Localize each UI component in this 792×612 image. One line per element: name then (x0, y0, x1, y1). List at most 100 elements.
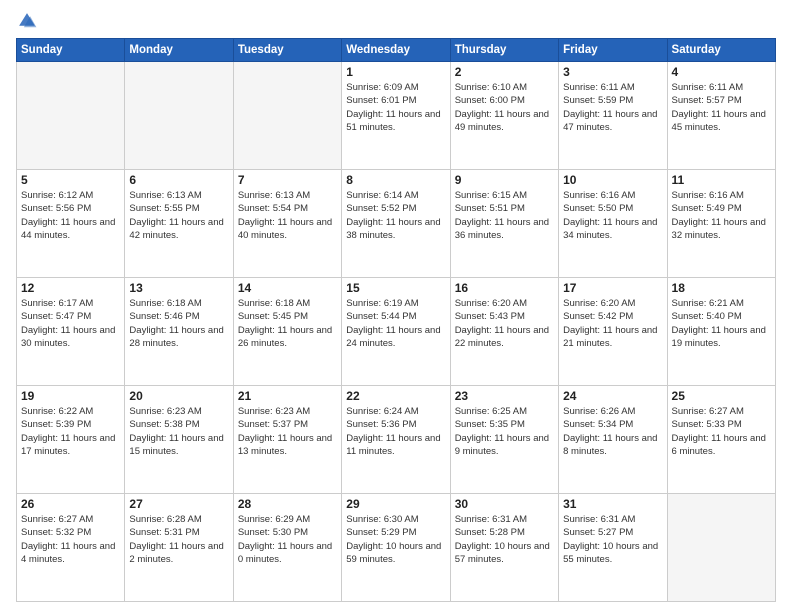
sunset-text: Sunset: 5:44 PM (346, 310, 445, 323)
calendar-cell: 10 Sunrise: 6:16 AMSunset: 5:50 PMDayligh… (559, 170, 667, 278)
day-header-tuesday: Tuesday (233, 39, 341, 62)
day-number: 4 (672, 65, 771, 79)
sunset-text: Sunset: 5:32 PM (21, 526, 120, 539)
sunset-text: Sunset: 5:33 PM (672, 418, 771, 431)
header-row: SundayMondayTuesdayWednesdayThursdayFrid… (17, 39, 776, 62)
day-number: 7 (238, 173, 337, 187)
sunrise-text: Sunrise: 6:13 AM (238, 189, 337, 202)
day-header-saturday: Saturday (667, 39, 775, 62)
daylight-text: Daylight: 11 hours and 15 minutes. (129, 432, 228, 459)
week-row-2: 5Sunrise: 6:12 AMSunset: 5:56 PMDaylight… (17, 170, 776, 278)
calendar-cell: 18Sunrise: 6:21 AMSunset: 5:40 PMDayligh… (667, 278, 775, 386)
daylight-text: Daylight: 11 hours and 36 minutes. (455, 216, 554, 243)
calendar-cell: 25Sunrise: 6:27 AMSunset: 5:33 PMDayligh… (667, 386, 775, 494)
sunrise-text: Sunrise: 6:18 AM (129, 297, 228, 310)
sunset-text: Sunset: 5:51 PM (455, 202, 554, 215)
daylight-text: Daylight: 11 hours and 47 minutes. (563, 108, 662, 135)
sunrise-text: Sunrise: 6:16 AM (563, 189, 662, 202)
day-header-thursday: Thursday (450, 39, 558, 62)
calendar-cell: 21Sunrise: 6:23 AMSunset: 5:37 PMDayligh… (233, 386, 341, 494)
day-header-wednesday: Wednesday (342, 39, 450, 62)
sunset-text: Sunset: 5:45 PM (238, 310, 337, 323)
sunrise-text: Sunrise: 6:25 AM (455, 405, 554, 418)
day-number: 8 (346, 173, 445, 187)
daylight-text: Daylight: 11 hours and 40 minutes. (238, 216, 337, 243)
calendar-cell: 3Sunrise: 6:11 AMSunset: 5:59 PMDaylight… (559, 62, 667, 170)
daylight-text: Daylight: 11 hours and 6 minutes. (672, 432, 771, 459)
daylight-text: Daylight: 11 hours and 26 minutes. (238, 324, 337, 351)
daylight-text: Daylight: 11 hours and 34 minutes. (563, 216, 662, 243)
sunset-text: Sunset: 5:55 PM (129, 202, 228, 215)
day-number: 1 (346, 65, 445, 79)
sunset-text: Sunset: 5:54 PM (238, 202, 337, 215)
calendar-cell: 6Sunrise: 6:13 AMSunset: 5:55 PMDaylight… (125, 170, 233, 278)
calendar-cell: 15Sunrise: 6:19 AMSunset: 5:44 PMDayligh… (342, 278, 450, 386)
calendar-header: SundayMondayTuesdayWednesdayThursdayFrid… (17, 39, 776, 62)
calendar-cell: 9 Sunrise: 6:15 AMSunset: 5:51 PMDaylight… (450, 170, 558, 278)
logo (16, 10, 40, 32)
day-number: 12 (21, 281, 120, 295)
calendar-cell: 26Sunrise: 6:27 AMSunset: 5:32 PMDayligh… (17, 494, 125, 602)
calendar-cell (125, 62, 233, 170)
day-number: 30 (455, 497, 554, 511)
day-number: 15 (346, 281, 445, 295)
sunrise-text: Sunrise: 6:29 AM (238, 513, 337, 526)
sunrise-text: Sunrise: 6:19 AM (346, 297, 445, 310)
daylight-text: Daylight: 11 hours and 44 minutes. (21, 216, 120, 243)
sunrise-text: Sunrise: 6:21 AM (672, 297, 771, 310)
week-row-4: 19Sunrise: 6:22 AMSunset: 5:39 PMDayligh… (17, 386, 776, 494)
day-number: 3 (563, 65, 662, 79)
sunrise-text: Sunrise: 6:26 AM (563, 405, 662, 418)
sunrise-text: Sunrise: 6:24 AM (346, 405, 445, 418)
calendar-cell: 20Sunrise: 6:23 AMSunset: 5:38 PMDayligh… (125, 386, 233, 494)
day-number: 17 (563, 281, 662, 295)
day-header-monday: Monday (125, 39, 233, 62)
calendar-cell: 13Sunrise: 6:18 AMSunset: 5:46 PMDayligh… (125, 278, 233, 386)
calendar-cell (667, 494, 775, 602)
sunset-text: Sunset: 5:56 PM (21, 202, 120, 215)
day-number: 9 (455, 173, 554, 187)
day-number: 13 (129, 281, 228, 295)
sunset-text: Sunset: 5:46 PM (129, 310, 228, 323)
calendar-cell (17, 62, 125, 170)
day-number: 31 (563, 497, 662, 511)
day-header-friday: Friday (559, 39, 667, 62)
sunset-text: Sunset: 5:38 PM (129, 418, 228, 431)
sunrise-text: Sunrise: 6:20 AM (455, 297, 554, 310)
day-number: 2 (455, 65, 554, 79)
day-number: 26 (21, 497, 120, 511)
day-number: 11 (672, 173, 771, 187)
page: SundayMondayTuesdayWednesdayThursdayFrid… (0, 0, 792, 612)
sunrise-text: Sunrise: 6:27 AM (21, 513, 120, 526)
sunrise-text: Sunrise: 6:20 AM (563, 297, 662, 310)
sunset-text: Sunset: 5:34 PM (563, 418, 662, 431)
calendar-cell: 29Sunrise: 6:30 AMSunset: 5:29 PMDayligh… (342, 494, 450, 602)
calendar-cell: 31Sunrise: 6:31 AMSunset: 5:27 PMDayligh… (559, 494, 667, 602)
calendar-body: 1Sunrise: 6:09 AMSunset: 6:01 PMDaylight… (17, 62, 776, 602)
daylight-text: Daylight: 11 hours and 19 minutes. (672, 324, 771, 351)
sunset-text: Sunset: 5:50 PM (563, 202, 662, 215)
sunset-text: Sunset: 5:40 PM (672, 310, 771, 323)
day-number: 24 (563, 389, 662, 403)
sunrise-text: Sunrise: 6:28 AM (129, 513, 228, 526)
sunset-text: Sunset: 5:31 PM (129, 526, 228, 539)
day-number: 23 (455, 389, 554, 403)
daylight-text: Daylight: 11 hours and 22 minutes. (455, 324, 554, 351)
daylight-text: Daylight: 11 hours and 42 minutes. (129, 216, 228, 243)
calendar-cell: 16Sunrise: 6:20 AMSunset: 5:43 PMDayligh… (450, 278, 558, 386)
calendar-cell: 8Sunrise: 6:14 AMSunset: 5:52 PMDaylight… (342, 170, 450, 278)
day-number: 10 (563, 173, 662, 187)
daylight-text: Daylight: 11 hours and 0 minutes. (238, 540, 337, 567)
calendar-cell: 30Sunrise: 6:31 AMSunset: 5:28 PMDayligh… (450, 494, 558, 602)
daylight-text: Daylight: 11 hours and 49 minutes. (455, 108, 554, 135)
sunrise-text: Sunrise: 6:22 AM (21, 405, 120, 418)
daylight-text: Daylight: 11 hours and 11 minutes. (346, 432, 445, 459)
daylight-text: Daylight: 10 hours and 57 minutes. (455, 540, 554, 567)
sunset-text: Sunset: 5:29 PM (346, 526, 445, 539)
daylight-text: Daylight: 10 hours and 55 minutes. (563, 540, 662, 567)
sunrise-text: Sunrise: 6:16 AM (672, 189, 771, 202)
sunset-text: Sunset: 5:59 PM (563, 94, 662, 107)
daylight-text: Daylight: 11 hours and 13 minutes. (238, 432, 337, 459)
sunrise-text: Sunrise: 6:15 AM (455, 189, 554, 202)
daylight-text: Daylight: 11 hours and 30 minutes. (21, 324, 120, 351)
